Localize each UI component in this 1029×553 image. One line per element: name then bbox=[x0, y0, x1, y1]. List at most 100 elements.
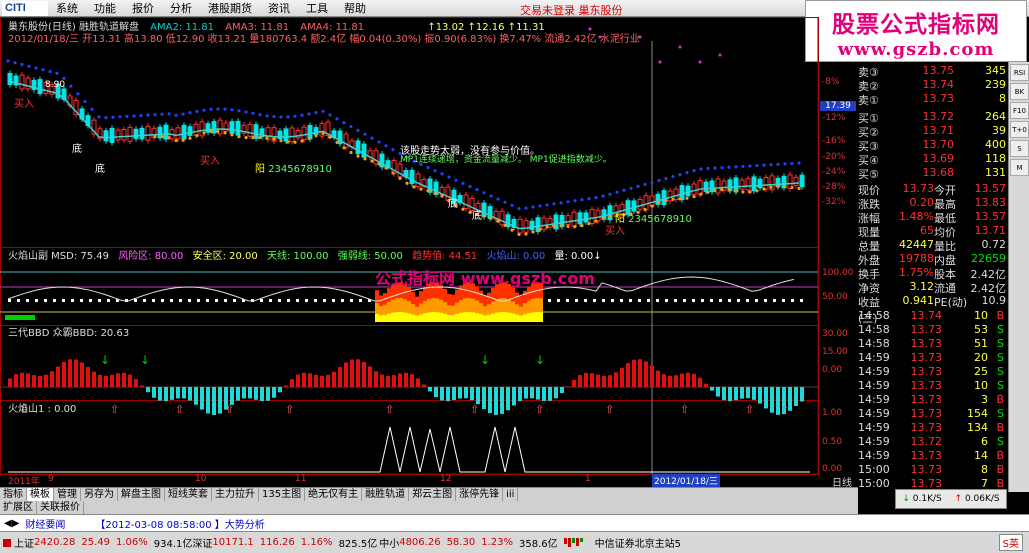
tick-time: 14:59 bbox=[858, 435, 890, 448]
y-tick: 1.00 bbox=[822, 408, 843, 418]
fire-bar-low bbox=[495, 312, 499, 322]
upper-band-dot bbox=[223, 107, 227, 111]
stat-label: 最高 bbox=[934, 198, 956, 211]
buy-row[interactable]: 买④ 13.69 118 bbox=[858, 152, 1006, 167]
bbd-bar bbox=[332, 371, 336, 387]
upper-band-dot bbox=[657, 178, 661, 183]
trade-status[interactable]: 交易未登录 巢东股份 bbox=[520, 2, 623, 18]
zx-percent: 1.23% bbox=[481, 537, 513, 548]
bottom-tab-5[interactable]: 短线荚套 bbox=[165, 487, 212, 502]
bottom-tab-1[interactable]: 模板 bbox=[27, 487, 54, 502]
lower-band-dot bbox=[706, 190, 710, 194]
bbd-bar bbox=[308, 373, 312, 387]
sell-row[interactable]: 卖② 13.74 239 bbox=[858, 78, 1006, 93]
bottom-tab-6[interactable]: 主力拉升 bbox=[212, 487, 259, 502]
sh-label[interactable]: 上证 bbox=[14, 535, 34, 550]
bbd-bar bbox=[524, 387, 528, 399]
toolbar-button-5[interactable]: M bbox=[1010, 159, 1029, 176]
candle-body bbox=[133, 128, 139, 140]
bottom-tab-9[interactable]: 融胜轨道 bbox=[362, 487, 410, 502]
bbd-bar bbox=[152, 387, 156, 398]
broker-name[interactable]: 中信证券北京主站5 bbox=[595, 535, 681, 550]
buy-row[interactable]: 买① 13.72 264 bbox=[858, 110, 1006, 125]
sh-percent: 1.06% bbox=[116, 537, 148, 548]
fire-bar-low bbox=[379, 315, 383, 322]
buy-row[interactable]: 买② 13.71 39 bbox=[858, 124, 1006, 139]
tick-volume: 134 bbox=[967, 421, 988, 434]
ext-tab-0[interactable]: 扩展区 bbox=[0, 500, 37, 515]
buy-volume: 400 bbox=[985, 138, 1006, 151]
toolbar-button-2[interactable]: F10 bbox=[1010, 102, 1029, 119]
fire-bar-low bbox=[479, 314, 483, 322]
menu-item-0[interactable]: 系统 bbox=[48, 0, 86, 16]
bbd-bar bbox=[794, 387, 798, 407]
lower-band-dot bbox=[741, 190, 745, 194]
lower-band-dot bbox=[300, 139, 304, 143]
buy-row[interactable]: 买③ 13.70 400 bbox=[858, 138, 1006, 153]
bottom-tab-7[interactable]: 135主图 bbox=[259, 487, 306, 502]
buy-row[interactable]: 买⑤ 13.68 131 bbox=[858, 166, 1006, 181]
tick-row: 14:58 13.74 10 B bbox=[858, 309, 1006, 323]
bottom-tab-8[interactable]: 绝无仅有主 bbox=[305, 487, 363, 502]
zx-label[interactable]: 中小 bbox=[379, 535, 399, 550]
tick-price: 13.73 bbox=[910, 407, 943, 420]
candle-body bbox=[709, 180, 715, 193]
toolbar-button-3[interactable]: T+0 bbox=[1010, 121, 1029, 138]
y-tick: -16% bbox=[822, 136, 846, 146]
bbd-bar bbox=[662, 374, 666, 387]
ime-indicator[interactable]: S英 bbox=[998, 534, 1023, 551]
x-tick: 12 bbox=[440, 474, 452, 484]
menu-item-4[interactable]: 港股期货 bbox=[200, 0, 260, 16]
menu-item-1[interactable]: 功能 bbox=[86, 0, 124, 16]
tick-side: S bbox=[997, 323, 1004, 336]
y-tick: 100.00 bbox=[822, 268, 854, 278]
bbd-bar bbox=[452, 387, 456, 401]
news-item[interactable]: 【2012-03-08 08:58:00 】大势分析 bbox=[95, 516, 264, 531]
bbd-bar bbox=[212, 387, 216, 415]
sell-row[interactable]: 卖① 13.73 8 bbox=[858, 92, 1006, 107]
upper-band-dot bbox=[160, 112, 164, 116]
fire-bar-low bbox=[487, 314, 491, 322]
green-arrow-icon: ↓ bbox=[535, 353, 545, 367]
menu-item-6[interactable]: 工具 bbox=[298, 0, 336, 16]
ext-tab-1[interactable]: 关联报价 bbox=[37, 500, 84, 515]
x-tick: 1 bbox=[585, 474, 591, 484]
menu-item-2[interactable]: 报价 bbox=[124, 0, 162, 16]
bottom-tab-2[interactable]: 管理 bbox=[54, 487, 81, 502]
toolbar-button-4[interactable]: S bbox=[1010, 140, 1029, 157]
toolbar-button-1[interactable]: BK bbox=[1010, 83, 1029, 100]
tick-row: 14:59 13.73 25 S bbox=[858, 365, 1006, 379]
stat-label: 内盘 bbox=[934, 254, 956, 267]
news-title[interactable]: 财经要闻 bbox=[25, 516, 65, 531]
sell-row[interactable]: 卖③ 13.75 345 bbox=[858, 64, 1006, 79]
buy-volume: 118 bbox=[985, 152, 1006, 165]
lower-band-dot bbox=[251, 136, 255, 140]
bbd-bar bbox=[326, 374, 330, 387]
bottom-tab-11[interactable]: 涨停先锋 bbox=[456, 487, 504, 502]
tabs-more[interactable]: iii bbox=[503, 487, 519, 502]
lower-band-dot bbox=[272, 137, 276, 141]
red-arrow-icon: ⇧ bbox=[745, 403, 754, 416]
bottom-tab-0[interactable]: 指标 bbox=[0, 487, 27, 502]
chart-area[interactable]: ↓ ↓ ↓ ↓ ⇧ ⇧ ⇧ ⇧ ⇧ ⇧ ⇧ ⇧ ⇧ ⇧ ⇧ ⇧ 巢东股份(日线) 融胜轨道解盘 AMA2: 1… bbox=[0, 17, 858, 489]
panel2-dot bbox=[719, 299, 722, 302]
bottom-tab-4[interactable]: 解盘主图 bbox=[118, 487, 165, 502]
tick-side: S bbox=[997, 379, 1004, 392]
bottom-tab-3[interactable]: 另存为 bbox=[81, 487, 118, 502]
tick-price: 13.73 bbox=[910, 463, 943, 476]
news-prev-icon[interactable]: ◀▶ bbox=[4, 518, 19, 529]
bottom-tab-10[interactable]: 郑云主图 bbox=[409, 487, 457, 502]
candle-body bbox=[109, 127, 115, 143]
menu-item-5[interactable]: 资讯 bbox=[260, 0, 298, 16]
bbd-bar bbox=[476, 387, 480, 405]
menu-item-3[interactable]: 分析 bbox=[162, 0, 200, 16]
menu-item-7[interactable]: 帮助 bbox=[336, 0, 374, 16]
x-tick: 11 bbox=[295, 474, 307, 484]
lower-band-dot bbox=[657, 201, 661, 205]
panel2-dot bbox=[215, 299, 218, 302]
bbd-bar bbox=[746, 387, 750, 399]
sz-label[interactable]: 深证 bbox=[192, 535, 212, 550]
lower-band-dot bbox=[405, 181, 409, 185]
upper-band-dot bbox=[566, 200, 570, 204]
toolbar-button-0[interactable]: RSI bbox=[1010, 64, 1029, 81]
